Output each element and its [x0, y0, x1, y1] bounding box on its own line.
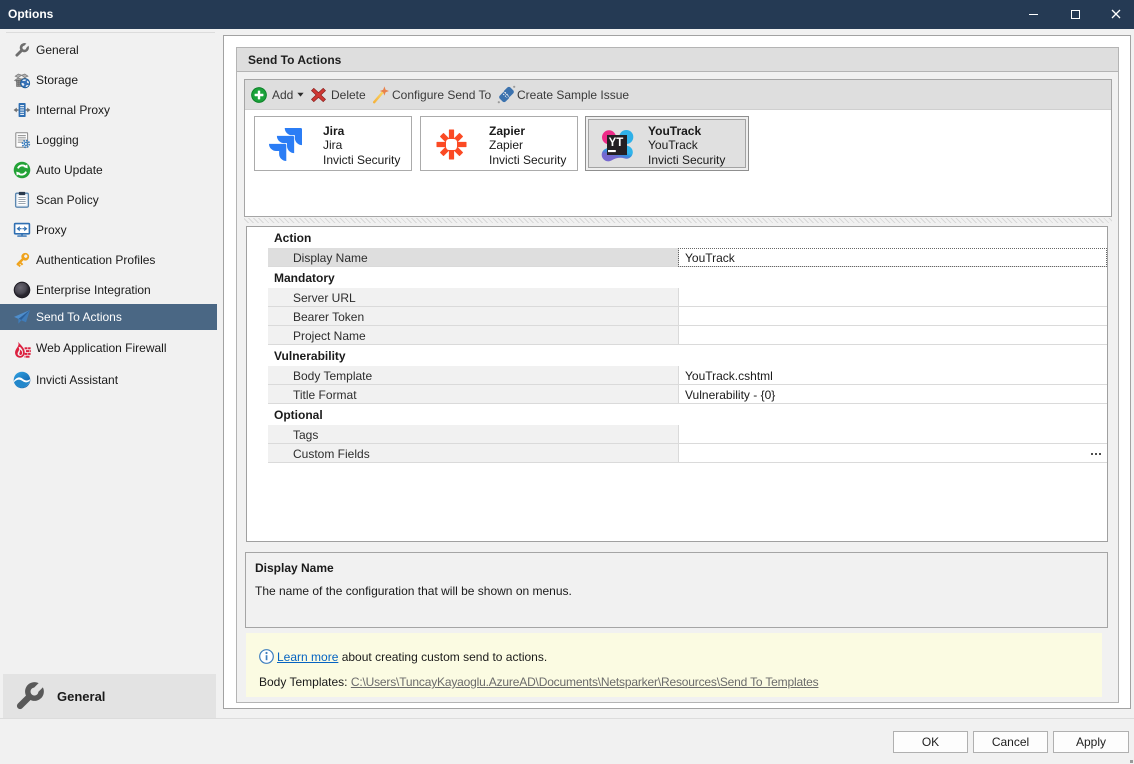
- svg-text:YT: YT: [609, 137, 624, 149]
